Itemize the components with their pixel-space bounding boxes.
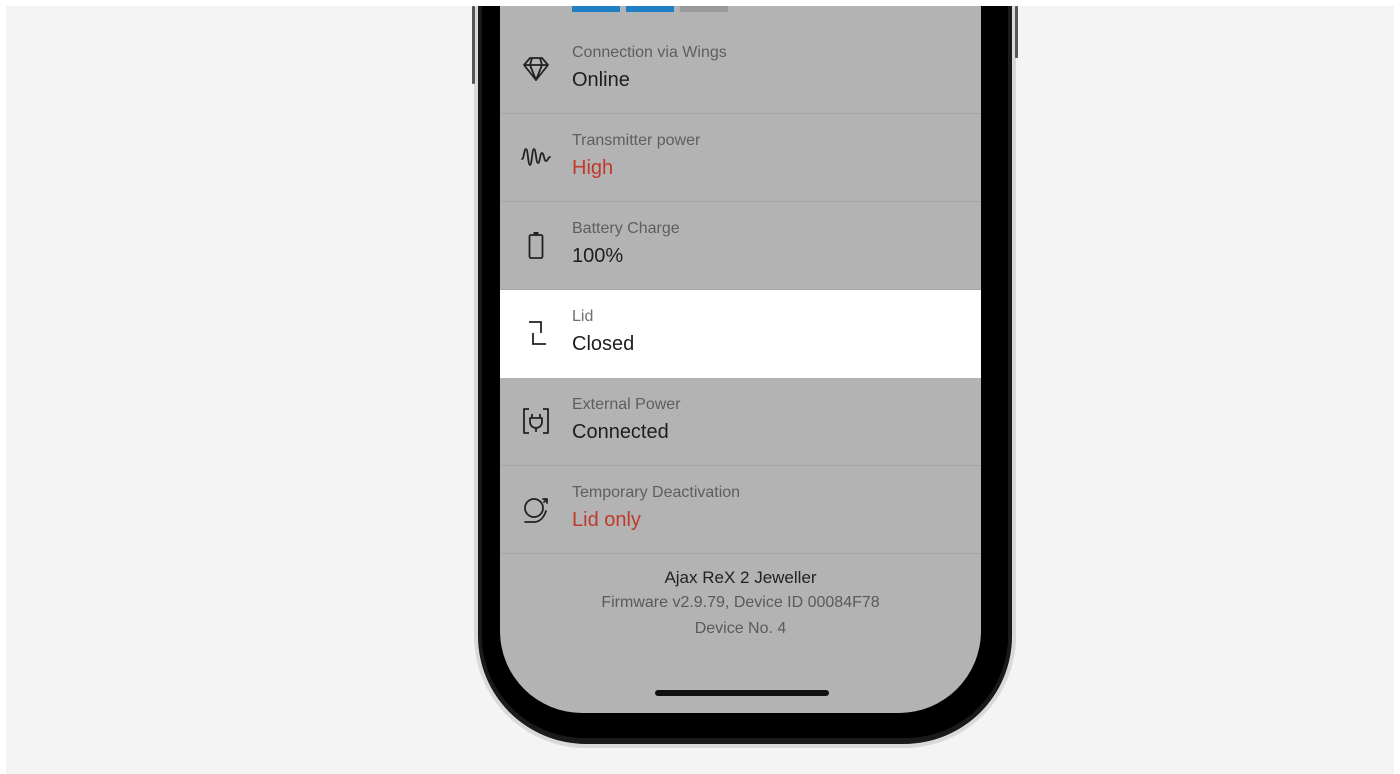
side-button-right xyxy=(1015,6,1018,58)
row-value: 100% xyxy=(572,245,624,267)
row-label: Battery Charge xyxy=(572,220,680,237)
row-lid[interactable]: Lid Closed xyxy=(500,290,981,378)
device-name: Ajax ReX 2 Jeweller xyxy=(664,568,817,587)
row-battery[interactable]: Battery Charge 100% xyxy=(500,202,981,290)
device-number: Device No. 4 xyxy=(694,620,787,637)
status-segment xyxy=(572,6,620,12)
row-value: Lid only xyxy=(572,509,641,531)
row-label: Lid xyxy=(572,308,594,325)
row-value: Closed xyxy=(572,333,635,355)
side-button-left xyxy=(472,6,475,84)
row-external-power[interactable]: External Power Connected xyxy=(500,378,981,466)
row-label: Connection via Wings xyxy=(572,44,727,61)
status-segment xyxy=(626,6,674,12)
signal-wave-icon xyxy=(521,148,551,166)
battery-icon xyxy=(528,232,544,259)
lid-icon xyxy=(529,321,546,345)
row-value: High xyxy=(572,157,614,179)
row-label: External Power xyxy=(572,396,681,413)
row-label: Transmitter power xyxy=(572,132,701,149)
row-connection[interactable]: Connection via Wings Online xyxy=(500,26,981,114)
device-firmware: Firmware v2.9.79, Device ID 00084F78 xyxy=(601,594,880,611)
power-plug-icon xyxy=(523,408,549,434)
row-transmitter-power[interactable]: Transmitter power High xyxy=(500,114,981,202)
phone-screen: Connection via Wings Online Transmitter … xyxy=(500,6,981,713)
wings-icon xyxy=(523,57,549,81)
deactivation-icon xyxy=(524,498,548,523)
status-segment xyxy=(680,6,728,12)
row-temporary-deactivation[interactable]: Temporary Deactivation Lid only xyxy=(500,466,981,554)
status-segments xyxy=(572,6,728,12)
row-value: Connected xyxy=(572,421,669,443)
row-label: Temporary Deactivation xyxy=(572,484,741,501)
home-indicator[interactable] xyxy=(655,690,829,696)
background: Connection via Wings Online Transmitter … xyxy=(6,6,1394,774)
row-value: Online xyxy=(572,69,630,91)
device-info: Ajax ReX 2 Jeweller Firmware v2.9.79, De… xyxy=(500,566,981,642)
